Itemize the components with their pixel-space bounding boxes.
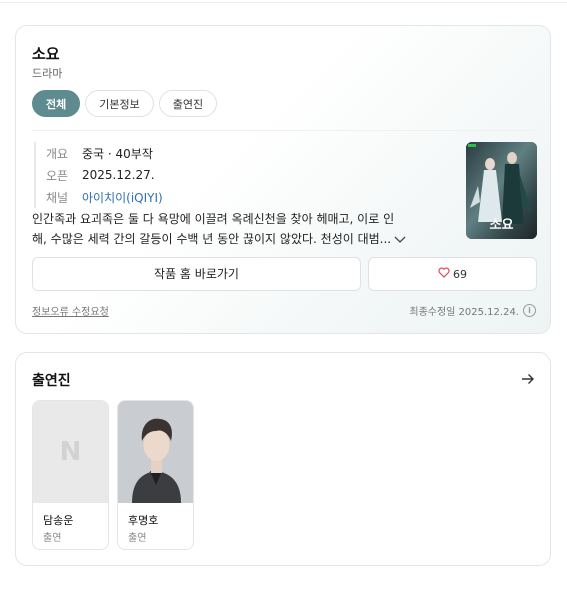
info-list: 개요 중국 · 40부작 오픈 2025.12.27. 채널 아이치이(iQIY… bbox=[34, 142, 163, 208]
cast-photo bbox=[118, 401, 193, 503]
top-divider bbox=[0, 2, 567, 3]
info-row-overview: 개요 중국 · 40부작 bbox=[46, 142, 163, 164]
work-description[interactable]: 인간족과 요괴족은 둘 다 욕망에 이끌려 옥례신천을 찾아 헤매고, 이로 인… bbox=[32, 209, 452, 250]
tab-cast[interactable]: 출연진 bbox=[158, 90, 218, 117]
like-button[interactable]: 69 bbox=[368, 257, 537, 291]
tab-all[interactable]: 전체 bbox=[32, 90, 81, 117]
poster-title: 소요 bbox=[489, 218, 514, 233]
info-value: 중국 · 40부작 bbox=[82, 146, 153, 161]
description-text: 해, 수많은 세력 간의 갈등이 수백 년 동안 끊이지 않았다. 천성이 대범… bbox=[32, 232, 392, 246]
cast-name: 후명호 bbox=[128, 514, 159, 527]
description-line: 인간족과 요괴족은 둘 다 욕망에 이끌려 옥례신천을 찾아 헤매고, 이로 인 bbox=[32, 212, 395, 226]
like-count: 69 bbox=[453, 267, 467, 281]
info-row-channel: 채널 아이치이(iQIYI) bbox=[46, 186, 163, 208]
info-value: 2025.12.27. bbox=[82, 168, 155, 182]
placeholder-logo: N bbox=[59, 437, 82, 467]
cast-role: 출연 bbox=[128, 533, 147, 544]
last-updated: 최종수정일 2025.12.24. i bbox=[409, 303, 536, 318]
cast-section-title: 출연진 bbox=[32, 373, 71, 389]
placeholder-image: N bbox=[33, 401, 108, 503]
channel-link[interactable]: 아이치이(iQIYI) bbox=[82, 189, 163, 206]
cast-card: 출연진 N 담송운 출연 후명호 출연 bbox=[15, 352, 551, 566]
cast-member-card[interactable]: 후명호 출연 bbox=[117, 400, 194, 550]
info-key: 오픈 bbox=[46, 168, 69, 183]
chevron-down-icon[interactable] bbox=[394, 230, 406, 250]
arrow-right-icon[interactable] bbox=[520, 371, 536, 387]
info-key: 채널 bbox=[46, 190, 69, 205]
tabs-divider bbox=[32, 130, 534, 131]
heart-icon bbox=[438, 267, 450, 281]
info-key: 개요 bbox=[46, 146, 69, 161]
last-updated-text: 최종수정일 2025.12.24. bbox=[409, 307, 519, 318]
work-home-button[interactable]: 작품 홈 바로가기 bbox=[32, 257, 361, 291]
work-info-card: 소요 드라마 전체 기본정보 출연진 개요 중국 · 40부작 오픈 2025.… bbox=[15, 25, 551, 334]
work-genre: 드라마 bbox=[32, 67, 63, 80]
report-error-link[interactable]: 정보오류 수정요청 bbox=[32, 303, 109, 318]
description-line: 해, 수많은 세력 간의 갈등이 수백 년 동안 끊이지 않았다. 천성이 대범… bbox=[32, 229, 452, 250]
cast-role: 출연 bbox=[43, 533, 62, 544]
cast-member-card[interactable]: N 담송운 출연 bbox=[32, 400, 109, 550]
work-title[interactable]: 소요 bbox=[32, 43, 60, 64]
info-icon[interactable]: i bbox=[523, 304, 536, 317]
info-row-open: 오픈 2025.12.27. bbox=[46, 164, 163, 186]
info-tabs: 전체 기본정보 출연진 bbox=[32, 90, 218, 117]
tab-basic-info[interactable]: 기본정보 bbox=[85, 90, 154, 117]
poster-image[interactable]: 소요 bbox=[466, 142, 537, 239]
cast-name: 담송운 bbox=[43, 514, 74, 527]
